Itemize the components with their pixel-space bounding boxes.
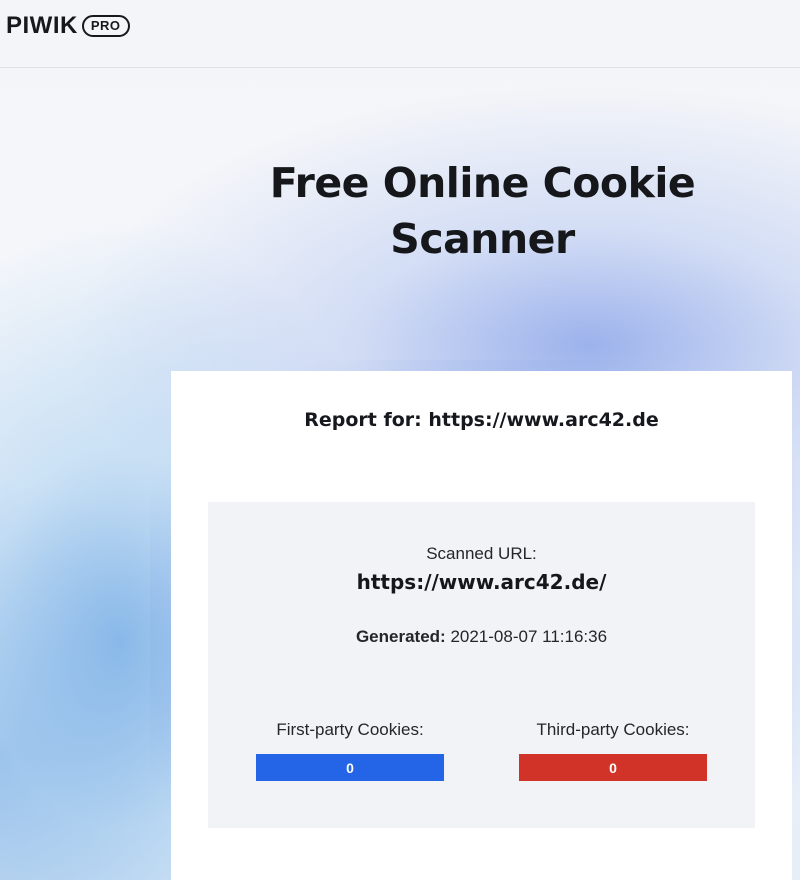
first-party-cookies-count: 0 xyxy=(256,754,444,781)
third-party-cookies-stat: Third-party Cookies: 0 xyxy=(519,720,707,781)
logo-wordmark: PIWIK xyxy=(6,12,78,39)
logo-pro-badge: PRO xyxy=(81,15,130,37)
page-title-line-2: Scanner xyxy=(390,215,575,263)
generated-value: 2021-08-07 11:16:36 xyxy=(450,627,608,646)
page-title: Free Online Cookie Scanner xyxy=(220,155,745,267)
scanned-url-label: Scanned URL: xyxy=(426,544,537,563)
first-party-cookies-stat: First-party Cookies: 0 xyxy=(256,720,444,781)
top-navigation-bar: PIWIK PRO xyxy=(0,0,800,68)
page-title-line-1: Free Online Cookie xyxy=(269,159,696,207)
first-party-cookies-label: First-party Cookies: xyxy=(276,720,424,739)
third-party-cookies-label: Third-party Cookies: xyxy=(536,720,690,739)
generated-timestamp: Generated: 2021-08-07 11:16:36 xyxy=(208,627,755,647)
scanned-url-value: https://www.arc42.de/ xyxy=(356,570,607,594)
report-title: Report for: https://www.arc42.de xyxy=(304,409,659,431)
generated-label: Generated: xyxy=(355,627,446,646)
piwik-pro-logo[interactable]: PIWIK PRO xyxy=(6,12,130,40)
report-summary-panel: Scanned URL: https://www.arc42.de/ Gener… xyxy=(208,502,755,828)
report-card: Report for: https://www.arc42.de Scanned… xyxy=(171,371,792,880)
third-party-cookies-count: 0 xyxy=(519,754,707,781)
